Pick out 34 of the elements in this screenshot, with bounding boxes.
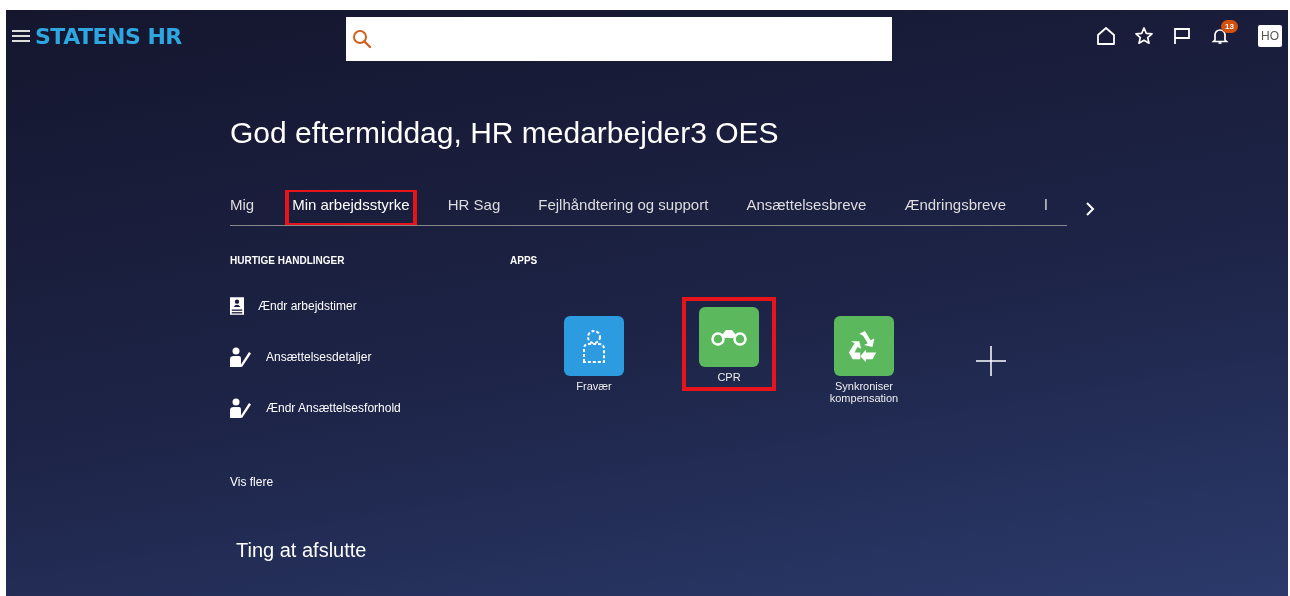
app-tile[interactable]: CPR [684,299,774,389]
section-heading: HURTIGE HANDLINGER [230,255,346,266]
tab[interactable]: Ændringsbreve [904,190,1007,225]
home-icon[interactable] [1096,26,1116,46]
chevron-right-icon[interactable] [1085,202,1095,216]
notification-badge: 13 [1221,20,1238,33]
flag-icon[interactable] [1172,26,1192,46]
tab[interactable]: HR Sag [447,190,501,225]
person-edit-icon [230,346,252,367]
tab[interactable]: Min arbejdsstyrke [287,190,415,225]
show-more-link[interactable]: Vis flere [230,475,274,489]
search-icon [352,29,372,49]
quick-action-link[interactable]: Ansættelsesdetaljer [266,349,372,364]
add-icon[interactable] [976,346,1006,376]
star-icon[interactable] [1134,26,1154,46]
tab[interactable]: l [1044,190,1048,225]
quick-action-link[interactable]: Ændr arbejdstimer [258,298,357,313]
search-field[interactable] [346,17,892,61]
tab[interactable]: Fejlhåndtering og support [538,190,709,225]
id-card-icon [230,296,244,315]
section-heading: Ting at afslutte [236,539,368,562]
tab[interactable]: Mig [230,190,255,225]
quick-action-link[interactable]: Ændr Ansættelsesforhold [266,400,401,415]
section-heading: APPS [510,255,539,266]
app-tile[interactable]: Synkroniser kompensation [814,308,914,410]
person-outline-icon [582,329,606,363]
greeting-heading: God eftermiddag, HR medarbejder3 OES [230,116,780,150]
app-tile[interactable]: Fravær [544,308,644,398]
logo[interactable]: STATENS HR [35,23,182,49]
tab[interactable]: Ansættelsesbreve [746,190,867,225]
person-edit-icon [230,397,252,418]
binoculars-icon [711,328,747,346]
user-avatar[interactable]: HO [1258,25,1282,47]
menu-icon[interactable] [12,29,30,43]
